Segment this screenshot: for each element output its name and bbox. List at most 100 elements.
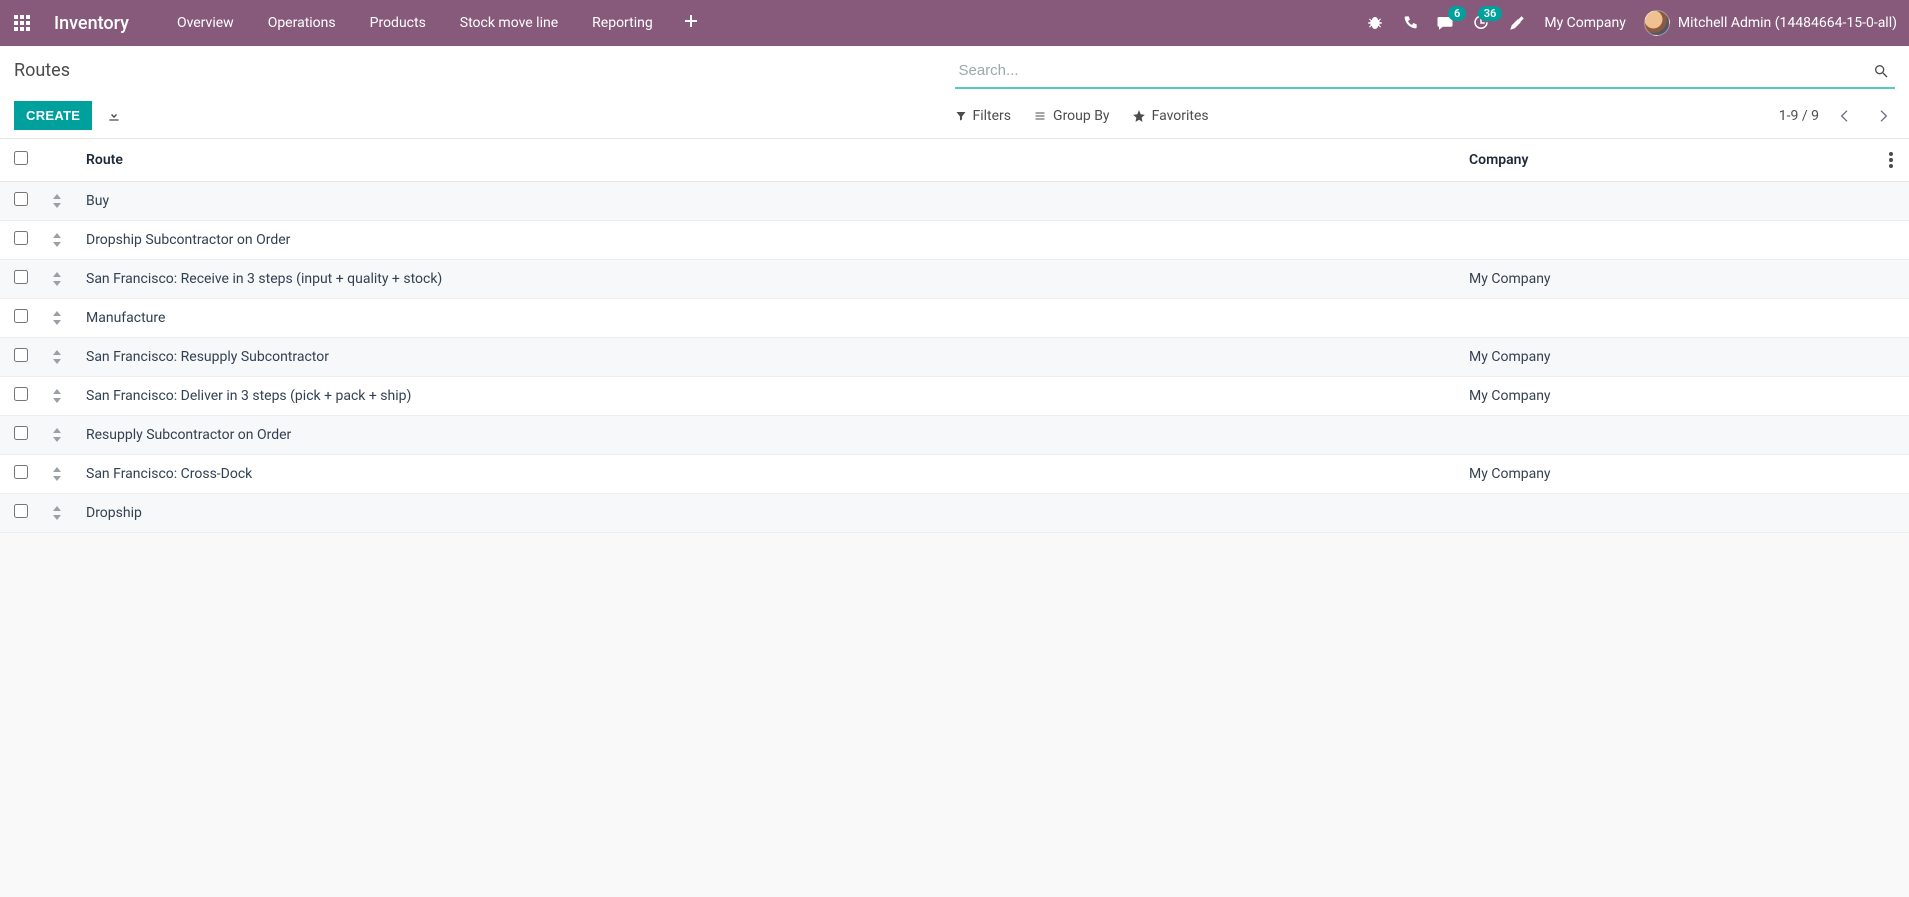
row-checkbox[interactable] xyxy=(14,192,28,206)
company-cell xyxy=(1459,182,1879,221)
table-row[interactable]: Resupply Subcontractor on Order xyxy=(0,416,1909,455)
navbar-left: Inventory Overview Operations Products S… xyxy=(12,9,711,37)
route-cell[interactable]: Manufacture xyxy=(76,299,1459,338)
table-row[interactable]: San Francisco: Resupply SubcontractorMy … xyxy=(0,338,1909,377)
cp-left-buttons: CREATE xyxy=(14,101,126,130)
row-checkbox[interactable] xyxy=(14,387,28,401)
col-select-all xyxy=(0,139,42,182)
pager-prev[interactable] xyxy=(1833,104,1857,128)
company-cell: My Company xyxy=(1459,377,1879,416)
cp-right-tools: Filters Group By Favorites 1-9 / 9 xyxy=(955,104,1896,128)
col-route[interactable]: Route xyxy=(76,139,1459,182)
company-cell: My Company xyxy=(1459,338,1879,377)
cp-row-bottom: CREATE Filters Group By xyxy=(14,101,1895,130)
drag-handle-icon[interactable] xyxy=(52,233,66,247)
company-cell: My Company xyxy=(1459,455,1879,494)
activities-icon[interactable]: 36 xyxy=(1472,14,1490,32)
favorites-label: Favorites xyxy=(1152,108,1209,124)
navbar-right: 6 36 My Company Mitchell Admin (14484664… xyxy=(1366,10,1897,36)
row-checkbox[interactable] xyxy=(14,426,28,440)
col-handle xyxy=(42,139,76,182)
user-name: Mitchell Admin (14484664-15-0-all) xyxy=(1678,15,1897,31)
row-checkbox[interactable] xyxy=(14,270,28,284)
download-icon[interactable] xyxy=(102,104,126,128)
favorites-button[interactable]: Favorites xyxy=(1132,108,1209,124)
row-checkbox[interactable] xyxy=(14,231,28,245)
company-cell xyxy=(1459,221,1879,260)
menu-operations[interactable]: Operations xyxy=(252,9,352,37)
app-title[interactable]: Inventory xyxy=(46,13,137,34)
row-checkbox[interactable] xyxy=(14,348,28,362)
drag-handle-icon[interactable] xyxy=(52,506,66,520)
drag-handle-icon[interactable] xyxy=(52,467,66,481)
route-cell[interactable]: San Francisco: Deliver in 3 steps (pick … xyxy=(76,377,1459,416)
col-options xyxy=(1879,139,1909,182)
pager-text: 1-9 / 9 xyxy=(1779,108,1819,124)
menu-overview[interactable]: Overview xyxy=(161,9,250,37)
list-icon xyxy=(1033,110,1047,122)
menu-reporting[interactable]: Reporting xyxy=(576,9,669,37)
search-options: Filters Group By Favorites xyxy=(955,108,1209,124)
menu-stock-move-line[interactable]: Stock move line xyxy=(444,9,574,37)
search-icon[interactable] xyxy=(1867,59,1895,83)
route-cell[interactable]: San Francisco: Receive in 3 steps (input… xyxy=(76,260,1459,299)
drag-handle-icon[interactable] xyxy=(52,428,66,442)
debug-icon[interactable] xyxy=(1366,14,1384,32)
routes-table: Route Company BuyDropship Subcontractor … xyxy=(0,139,1909,533)
route-cell[interactable]: San Francisco: Cross-Dock xyxy=(76,455,1459,494)
pager: 1-9 / 9 xyxy=(1779,104,1895,128)
control-panel: Routes CREATE Filters xyxy=(0,46,1909,139)
table-row[interactable]: San Francisco: Cross-DockMy Company xyxy=(0,455,1909,494)
route-cell[interactable]: Dropship Subcontractor on Order xyxy=(76,221,1459,260)
row-checkbox[interactable] xyxy=(14,465,28,479)
filters-button[interactable]: Filters xyxy=(955,108,1012,124)
route-cell[interactable]: San Francisco: Resupply Subcontractor xyxy=(76,338,1459,377)
add-menu-icon[interactable] xyxy=(671,9,711,37)
user-menu[interactable]: Mitchell Admin (14484664-15-0-all) xyxy=(1644,10,1897,36)
cp-row-top: Routes xyxy=(14,56,1895,89)
row-checkbox[interactable] xyxy=(14,309,28,323)
table-row[interactable]: Buy xyxy=(0,182,1909,221)
table-row[interactable]: Manufacture xyxy=(0,299,1909,338)
company-cell: My Company xyxy=(1459,260,1879,299)
drag-handle-icon[interactable] xyxy=(52,194,66,208)
route-cell[interactable]: Buy xyxy=(76,182,1459,221)
groupby-button[interactable]: Group By xyxy=(1033,108,1110,124)
phone-icon[interactable] xyxy=(1402,15,1418,31)
table-row[interactable]: Dropship Subcontractor on Order xyxy=(0,221,1909,260)
menu-products[interactable]: Products xyxy=(354,9,442,37)
columns-kebab-icon[interactable] xyxy=(1889,152,1899,168)
route-cell[interactable]: Resupply Subcontractor on Order xyxy=(76,416,1459,455)
route-cell[interactable]: Dropship xyxy=(76,494,1459,533)
breadcrumb: Routes xyxy=(14,56,955,81)
search-bar xyxy=(955,56,1896,89)
create-button[interactable]: CREATE xyxy=(14,101,92,130)
apps-icon[interactable] xyxy=(12,13,32,33)
avatar xyxy=(1644,10,1670,36)
company-cell xyxy=(1459,299,1879,338)
drag-handle-icon[interactable] xyxy=(52,350,66,364)
pager-next[interactable] xyxy=(1871,104,1895,128)
messages-badge: 6 xyxy=(1448,6,1466,21)
col-company[interactable]: Company xyxy=(1459,139,1879,182)
tools-icon[interactable] xyxy=(1508,14,1526,32)
messages-icon[interactable]: 6 xyxy=(1436,14,1454,32)
filters-label: Filters xyxy=(973,108,1012,124)
table-header-row: Route Company xyxy=(0,139,1909,182)
table-row[interactable]: San Francisco: Deliver in 3 steps (pick … xyxy=(0,377,1909,416)
company-cell xyxy=(1459,416,1879,455)
table-row[interactable]: Dropship xyxy=(0,494,1909,533)
drag-handle-icon[interactable] xyxy=(52,389,66,403)
search-input[interactable] xyxy=(955,56,1868,85)
row-checkbox[interactable] xyxy=(14,504,28,518)
company-switcher[interactable]: My Company xyxy=(1544,15,1626,31)
top-navbar: Inventory Overview Operations Products S… xyxy=(0,0,1909,46)
groupby-label: Group By xyxy=(1053,108,1110,124)
select-all-checkbox[interactable] xyxy=(14,151,28,165)
drag-handle-icon[interactable] xyxy=(52,311,66,325)
table-row[interactable]: San Francisco: Receive in 3 steps (input… xyxy=(0,260,1909,299)
list-view: Route Company BuyDropship Subcontractor … xyxy=(0,139,1909,533)
star-icon xyxy=(1132,109,1146,123)
activities-badge: 36 xyxy=(1478,6,1503,21)
drag-handle-icon[interactable] xyxy=(52,272,66,286)
